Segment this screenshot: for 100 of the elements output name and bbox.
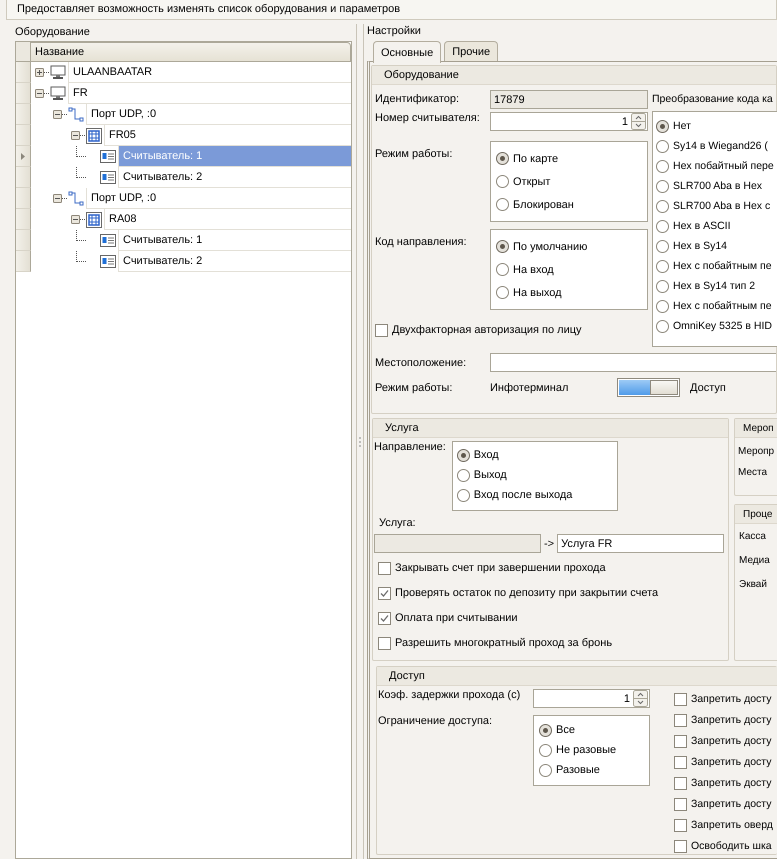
checkbox[interactable]: Запретить оверд <box>674 817 773 833</box>
tree-item[interactable]: RA08 <box>104 209 351 230</box>
radio-circle[interactable] <box>539 724 552 736</box>
radio-button[interactable]: Hex в Sy14 тип 2 <box>656 278 777 294</box>
radio-button[interactable]: Все <box>539 722 644 738</box>
radio-circle[interactable] <box>456 448 470 462</box>
radio-circle[interactable] <box>656 260 669 272</box>
expand-icon[interactable] <box>35 68 44 77</box>
radio-button[interactable]: На вход <box>496 262 642 277</box>
row-header[interactable] <box>16 209 31 230</box>
radio-circle[interactable] <box>656 160 669 172</box>
radio-button[interactable]: Выход <box>456 467 613 483</box>
radio-button[interactable]: Hex с побайтным пе <box>656 258 777 274</box>
radio-button[interactable]: Блокирован <box>496 197 642 212</box>
radio-button[interactable]: Sy14 в Wiegand26 ( <box>656 138 777 154</box>
radio-circle[interactable] <box>456 488 470 502</box>
field-label: Эквай <box>739 579 768 590</box>
collapse-icon[interactable] <box>71 215 80 224</box>
card-icon <box>100 150 116 163</box>
collapse-icon[interactable] <box>53 110 62 119</box>
radio-button[interactable]: Вход после выхода <box>456 487 613 503</box>
spin-buttons-icon[interactable] <box>631 113 646 130</box>
radio-circle[interactable] <box>456 468 470 482</box>
field-label: Направление: <box>374 441 446 455</box>
tree-item[interactable]: ULAANBAATAR <box>68 62 351 83</box>
radio-circle[interactable] <box>539 764 552 776</box>
radio-circle[interactable] <box>496 286 509 299</box>
field-label: Меропр <box>738 446 776 457</box>
number-field[interactable]: 1 <box>533 689 650 708</box>
tree-item[interactable]: Порт UDP, :0 <box>86 104 351 125</box>
collapse-icon[interactable] <box>35 89 44 98</box>
radio-button[interactable]: SLR700 Aba в Hex с <box>656 198 777 214</box>
radio-button[interactable]: По карте <box>496 151 642 166</box>
tree-item[interactable]: Порт UDP, :0 <box>86 188 351 209</box>
radio-button[interactable]: Hex в ASCII <box>656 218 777 234</box>
radio-button[interactable]: Hex в Sy14 <box>656 238 777 254</box>
radio-circle[interactable] <box>656 180 669 192</box>
radio-circle[interactable] <box>496 198 509 211</box>
field-label: Коэф. задержки прохода (с) <box>378 689 522 703</box>
radio-circle[interactable] <box>656 220 669 232</box>
radio-button[interactable]: Вход <box>456 447 613 463</box>
panel-title: Настройки <box>366 24 422 37</box>
row-header[interactable] <box>16 188 31 209</box>
radio-circle[interactable] <box>496 152 509 165</box>
radio-button[interactable]: OmniKey 5325 в HID <box>656 318 777 334</box>
row-header[interactable] <box>16 125 31 146</box>
radio-button[interactable]: Hex с побайтным пе <box>656 298 777 314</box>
field-label: Ограничение доступа: <box>378 715 494 729</box>
number-field[interactable]: 1 <box>490 112 648 131</box>
radio-circle[interactable] <box>656 200 669 212</box>
radio-button[interactable]: Разовые <box>539 762 644 778</box>
radio-circle[interactable] <box>496 263 509 276</box>
radio-circle[interactable] <box>656 140 669 152</box>
row-header[interactable] <box>16 230 31 251</box>
spin-buttons-icon[interactable] <box>633 690 648 707</box>
radio-circle[interactable] <box>656 280 669 292</box>
checkbox[interactable]: Запретить досту <box>674 775 773 791</box>
toggle-switch[interactable] <box>617 378 680 397</box>
row-header[interactable] <box>16 146 31 167</box>
radio-circle[interactable] <box>656 240 669 252</box>
field-label: Идентификатор: <box>375 92 460 107</box>
row-header[interactable] <box>16 251 31 272</box>
radio-circle[interactable] <box>496 240 509 253</box>
tree-item[interactable]: FR <box>68 83 351 104</box>
radio-button[interactable]: Нет <box>656 118 777 134</box>
tab[interactable]: Основные <box>373 41 442 63</box>
radio-circle[interactable] <box>656 120 669 132</box>
tab[interactable]: Прочие <box>444 41 498 61</box>
checkbox[interactable]: Закрывать счет при завершении прохода <box>378 560 728 576</box>
checkbox[interactable]: Запретить досту <box>674 712 773 728</box>
row-header[interactable] <box>16 104 31 125</box>
checkbox[interactable]: Запретить досту <box>674 733 773 749</box>
radio-button[interactable]: Открыт <box>496 174 642 189</box>
checkbox[interactable]: Оплата при считывании <box>378 610 728 626</box>
radio-button[interactable]: Не разовые <box>539 742 644 758</box>
radio-circle[interactable] <box>496 175 509 188</box>
collapse-icon[interactable] <box>53 194 62 203</box>
radio-button[interactable]: SLR700 Aba в Hex <box>656 178 777 194</box>
service-field[interactable]: Услуга FR <box>557 534 724 553</box>
radio-circle[interactable] <box>539 744 552 756</box>
checkbox[interactable]: Запретить досту <box>674 691 773 707</box>
checkbox[interactable]: Проверять остаток по депозиту при закрытии счета <box>378 585 728 601</box>
tree-item[interactable]: Считыватель: 2 <box>118 251 351 272</box>
checkbox[interactable]: Запретить досту <box>674 754 773 770</box>
tree-item[interactable]: Считыватель: 2 <box>118 167 351 188</box>
checkbox[interactable]: Двухфакторная авторизация по лицу <box>375 322 582 338</box>
radio-button[interactable]: Hex побайтный пере <box>656 158 777 174</box>
tree-item[interactable]: Считыватель: 1 <box>118 230 351 251</box>
row-header[interactable] <box>16 167 31 188</box>
radio-button[interactable]: По умолчанию <box>496 239 642 254</box>
radio-circle[interactable] <box>656 300 669 312</box>
checkbox[interactable]: Запретить досту <box>674 796 773 812</box>
radio-circle[interactable] <box>656 320 669 332</box>
radio-button[interactable]: На выход <box>496 285 642 300</box>
location-field[interactable] <box>490 353 776 372</box>
field-label: Касса <box>739 531 767 542</box>
column-header[interactable]: Название <box>31 42 351 62</box>
checkbox[interactable]: Разрешить многократный проход за бронь <box>378 635 728 651</box>
checkbox[interactable]: Освободить шка <box>674 838 773 854</box>
collapse-icon[interactable] <box>71 131 80 140</box>
